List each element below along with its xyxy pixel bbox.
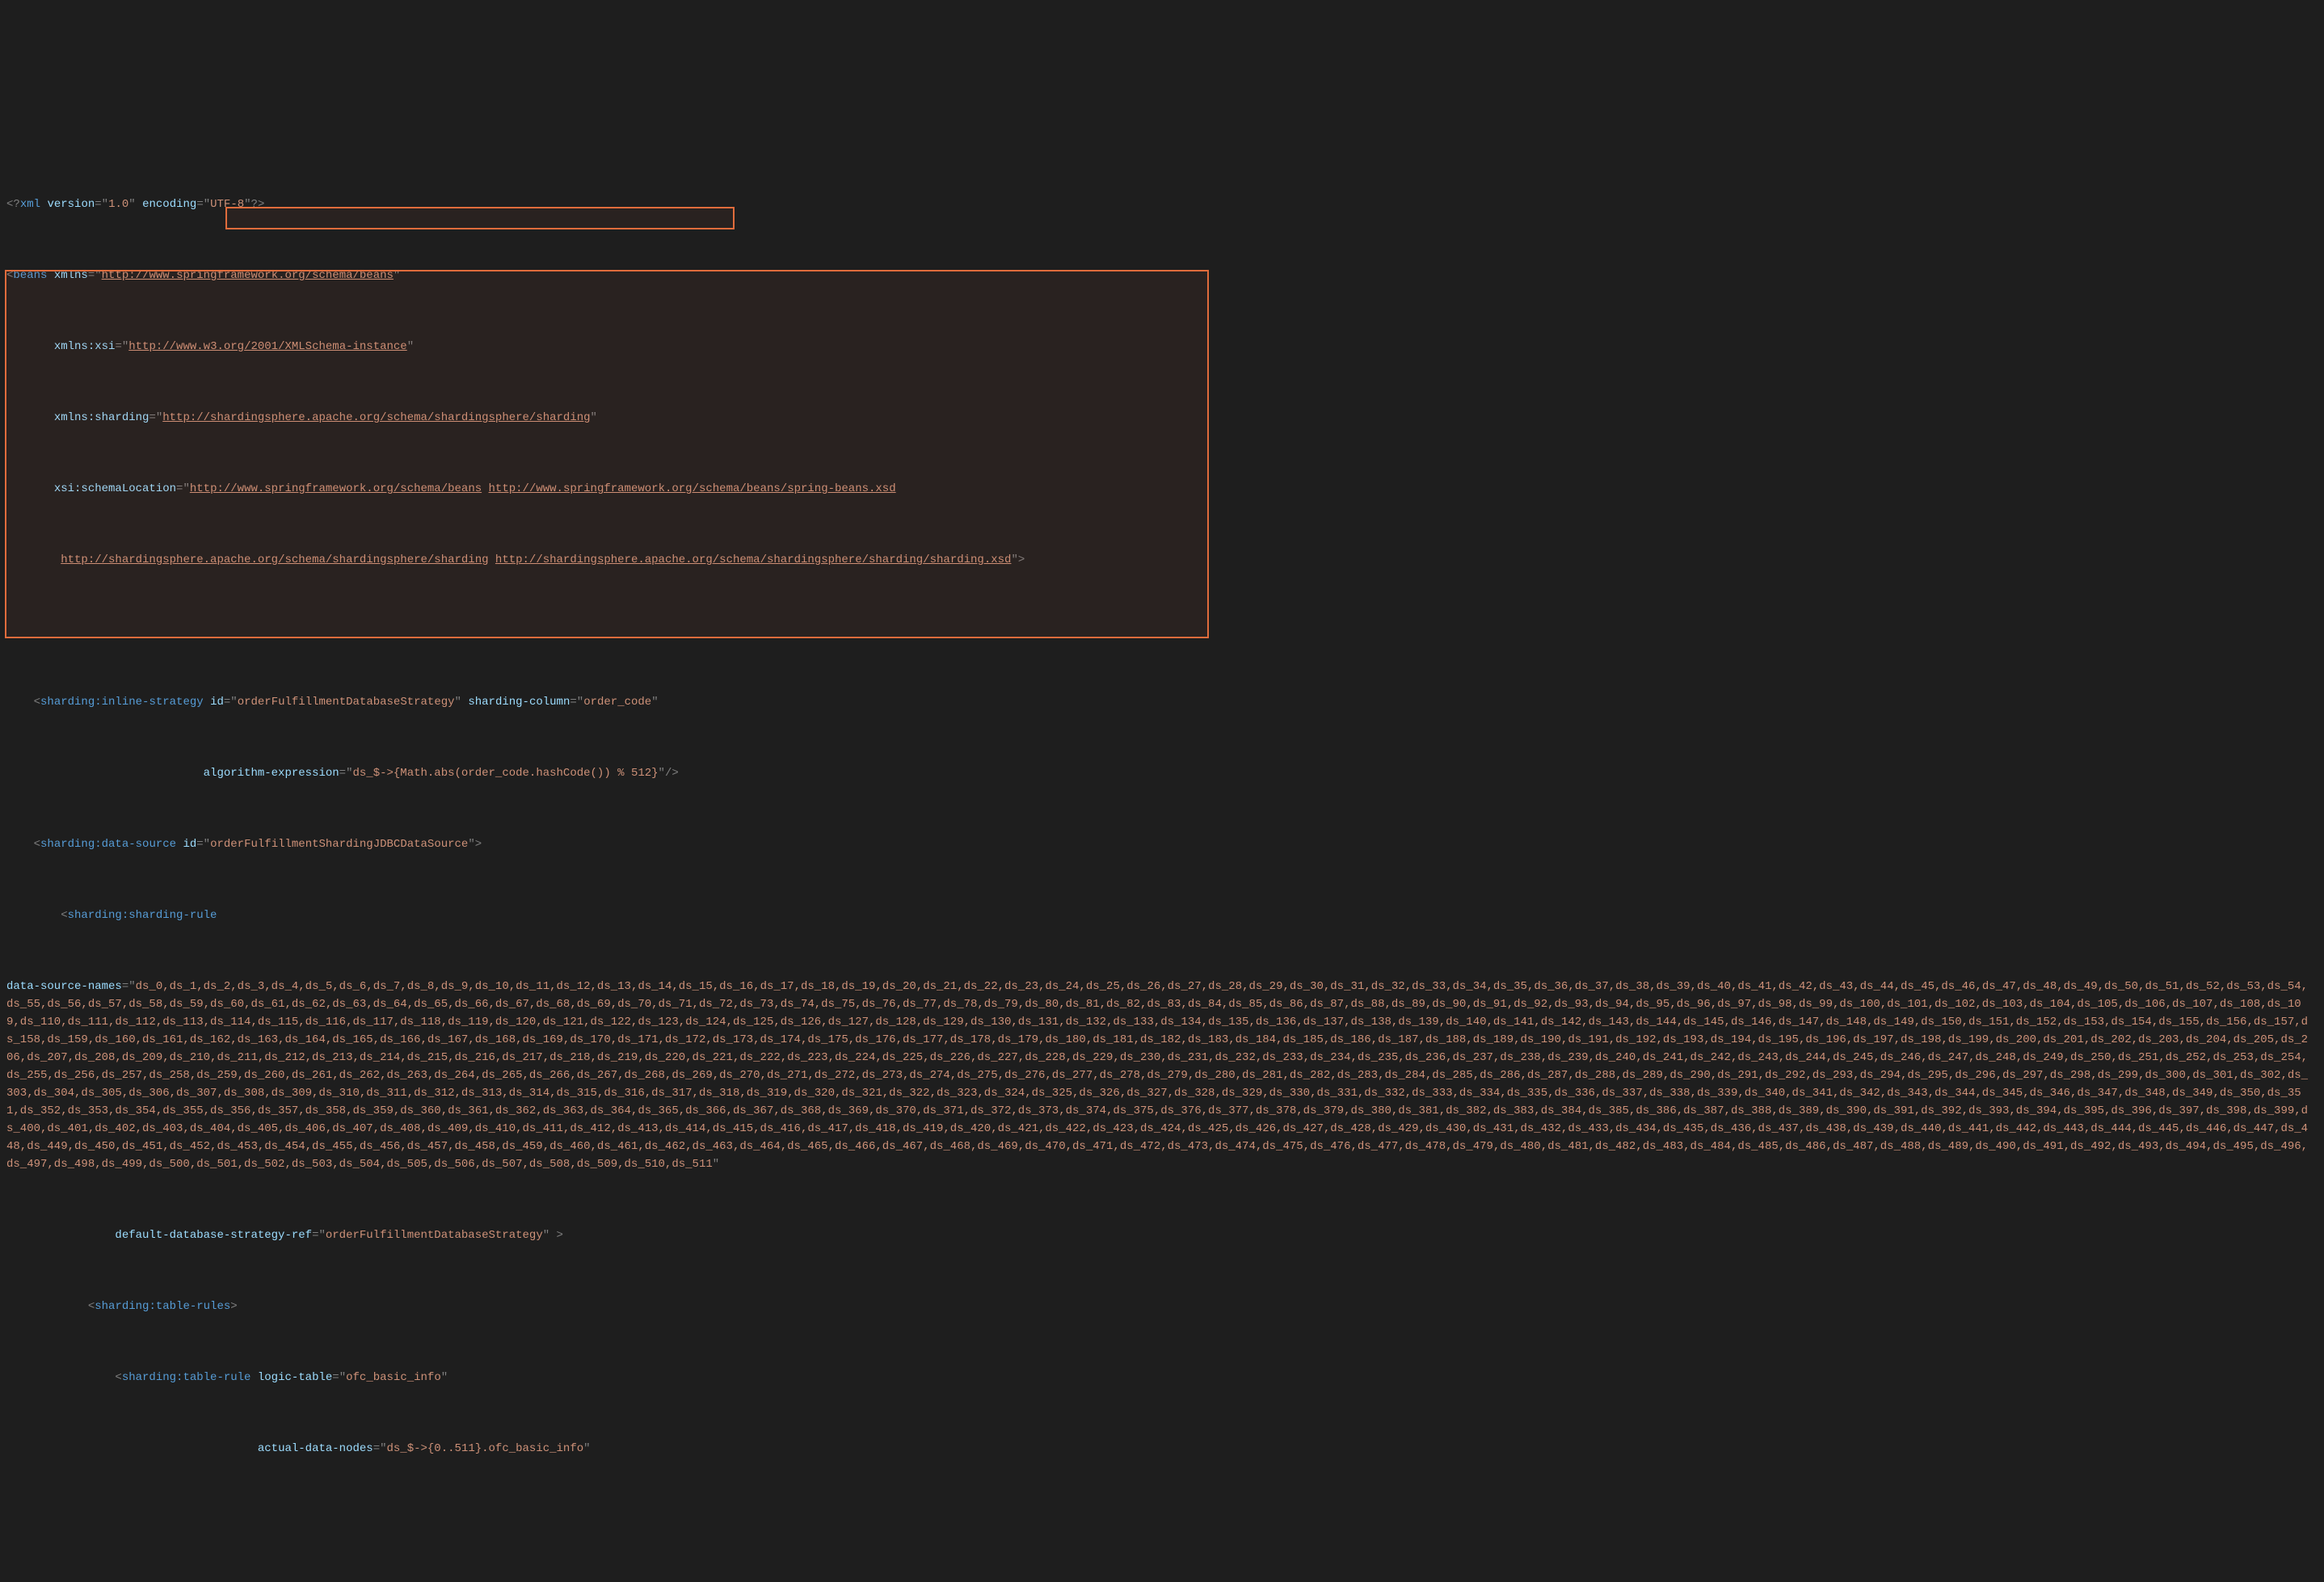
attr-encoding: encoding [142,198,196,211]
table-rule-tag: sharding:table-rule [122,1371,251,1384]
code-line[interactable]: <sharding:table-rules> [6,1298,2318,1315]
attr-id: id [210,696,224,709]
attr-schema-location: xsi:schemaLocation [54,482,176,495]
attr-default-db-strategy-ref: default-database-strategy-ref [115,1229,312,1242]
code-line[interactable]: <beans xmlns="http://www.springframework… [6,267,2318,284]
code-line[interactable]: xmlns:sharding="http://shardingsphere.ap… [6,409,2318,427]
xml-decl-name: xml [20,198,40,211]
blank-line [6,622,2318,640]
code-line[interactable]: http://shardingsphere.apache.org/schema/… [6,551,2318,569]
code-line[interactable]: <sharding:table-rule logic-table="ofc_ba… [6,1369,2318,1386]
code-line[interactable]: actual-data-nodes="ds_$->{0..511}.ofc_ba… [6,1440,2318,1458]
code-line[interactable]: <sharding:inline-strategy id="orderFulfi… [6,693,2318,711]
code-line[interactable]: xsi:schemaLocation="http://www.springfra… [6,480,2318,498]
data-source-names-block[interactable]: data-source-names="ds_0,ds_1,ds_2,ds_3,d… [6,978,2318,1173]
code-line[interactable]: algorithm-expression="ds_$->{Math.abs(or… [6,764,2318,782]
code-line[interactable]: default-database-strategy-ref="orderFulf… [6,1226,2318,1244]
attr-sharding-column: sharding-column [468,696,570,709]
code-line[interactable]: <sharding:sharding-rule [6,907,2318,924]
inline-strategy-tag: sharding:inline-strategy [40,696,204,709]
attr-algorithm-expression: algorithm-expression [204,767,339,780]
xml-decl-close: ?> [251,198,265,211]
data-source-tag: sharding:data-source [40,838,176,851]
attr-logic-table: logic-table [258,1371,332,1384]
attr-id: id [183,838,196,851]
beans-tag: beans [13,269,47,282]
attr-xmlns-xsi: xmlns:xsi [54,340,116,353]
data-source-names-value: ds_0,ds_1,ds_2,ds_3,ds_4,ds_5,ds_6,ds_7,… [6,980,2308,1171]
code-line[interactable]: <sharding:data-source id="orderFulfillme… [6,835,2318,853]
attr-data-source-names: data-source-names [6,980,122,993]
attr-actual-data-nodes: actual-data-nodes [258,1442,373,1455]
attr-xmlns-sharding: xmlns:sharding [54,411,149,424]
sharding-rule-tag: sharding:sharding-rule [68,909,217,922]
xml-decl-open: <? [6,198,20,211]
attr-xmlns: xmlns [54,269,88,282]
code-line[interactable]: <?xml version="1.0" encoding="UTF-8"?> [6,196,2318,213]
code-editor[interactable]: <?xml version="1.0" encoding="UTF-8"?> <… [0,71,2324,1493]
table-rules-tag: sharding:table-rules [95,1300,230,1313]
code-line[interactable]: xmlns:xsi="http://www.w3.org/2001/XMLSch… [6,338,2318,356]
attr-version: version [47,198,95,211]
highlight-data-source-names [5,270,1209,638]
